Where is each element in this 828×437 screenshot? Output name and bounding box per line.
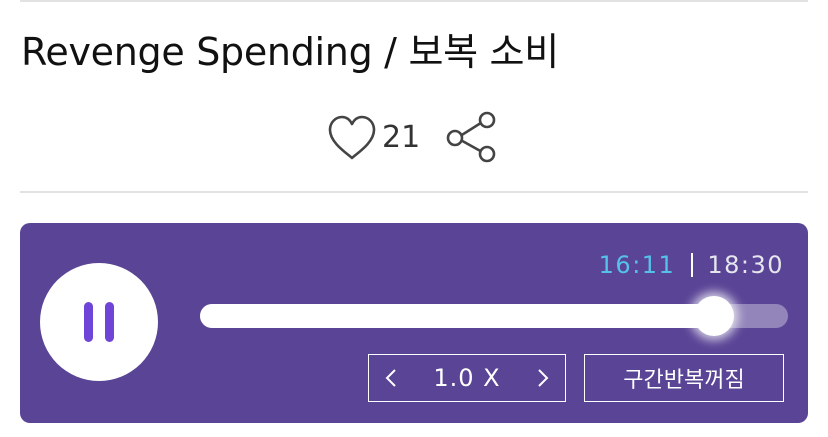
pause-button[interactable] xyxy=(40,263,158,381)
heart-outline-icon xyxy=(328,115,376,160)
share-button[interactable] xyxy=(444,110,500,166)
time-display: 16:11 18:30 xyxy=(599,249,784,281)
section-divider xyxy=(20,191,808,193)
total-time: 18:30 xyxy=(707,251,784,279)
progress-bar[interactable] xyxy=(200,296,788,336)
speed-up-button[interactable] xyxy=(521,355,565,401)
chevron-left-icon xyxy=(385,369,396,387)
speed-down-button[interactable] xyxy=(369,355,413,401)
current-time: 16:11 xyxy=(598,251,676,279)
top-divider xyxy=(20,0,808,2)
article-actions: 21 xyxy=(326,110,500,166)
progress-thumb[interactable] xyxy=(694,296,735,336)
share-icon xyxy=(446,111,496,163)
time-separator xyxy=(691,253,694,277)
page-title: Revenge Spending / 보복 소비 xyxy=(21,30,559,74)
like-count: 21 xyxy=(382,120,421,155)
section-repeat-button[interactable]: 구간반복꺼짐 xyxy=(584,354,784,402)
speed-value: 1.0 X xyxy=(433,364,501,392)
like-button[interactable]: 21 xyxy=(326,113,420,163)
pause-icon xyxy=(84,302,114,342)
audio-player: 16:11 18:30 1.0 X 구간반복꺼짐 xyxy=(20,223,808,423)
progress-fill xyxy=(200,304,715,328)
playback-speed-control: 1.0 X xyxy=(368,354,566,402)
chevron-right-icon xyxy=(538,369,549,387)
